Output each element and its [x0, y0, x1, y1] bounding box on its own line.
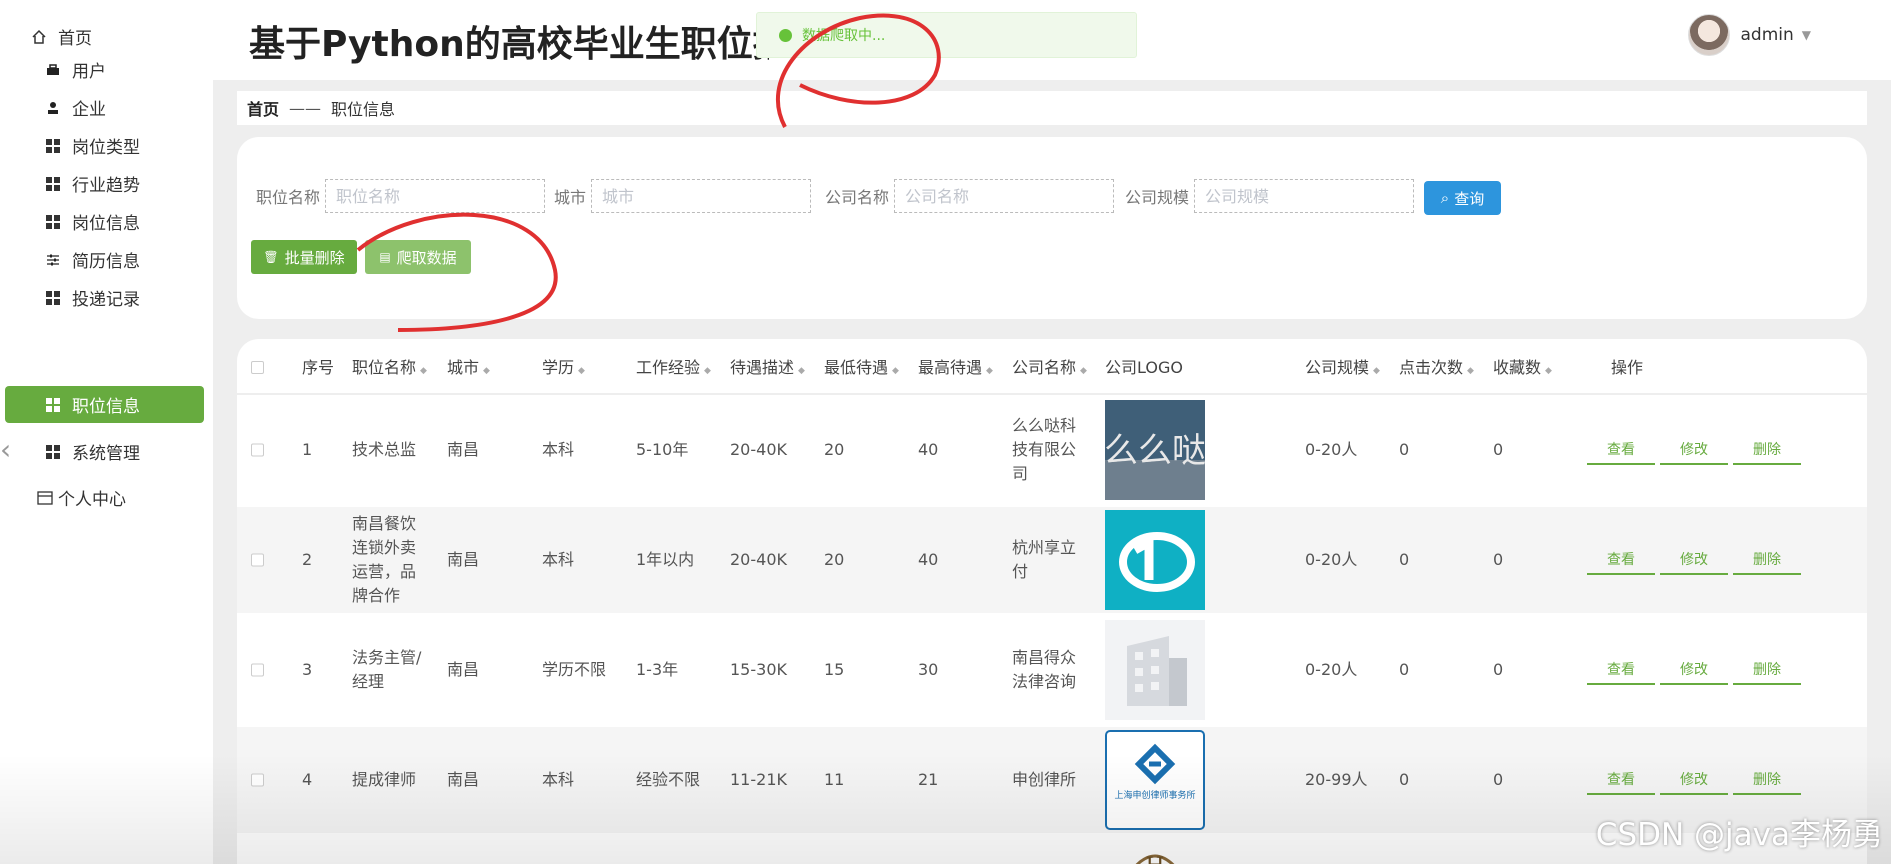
annotation-circle-toast	[775, 13, 941, 128]
annotation-circle-crawl	[356, 212, 558, 332]
annotation-overlay	[356, 13, 941, 332]
watermark-text: CSDN @java李杨勇	[1595, 817, 1883, 853]
